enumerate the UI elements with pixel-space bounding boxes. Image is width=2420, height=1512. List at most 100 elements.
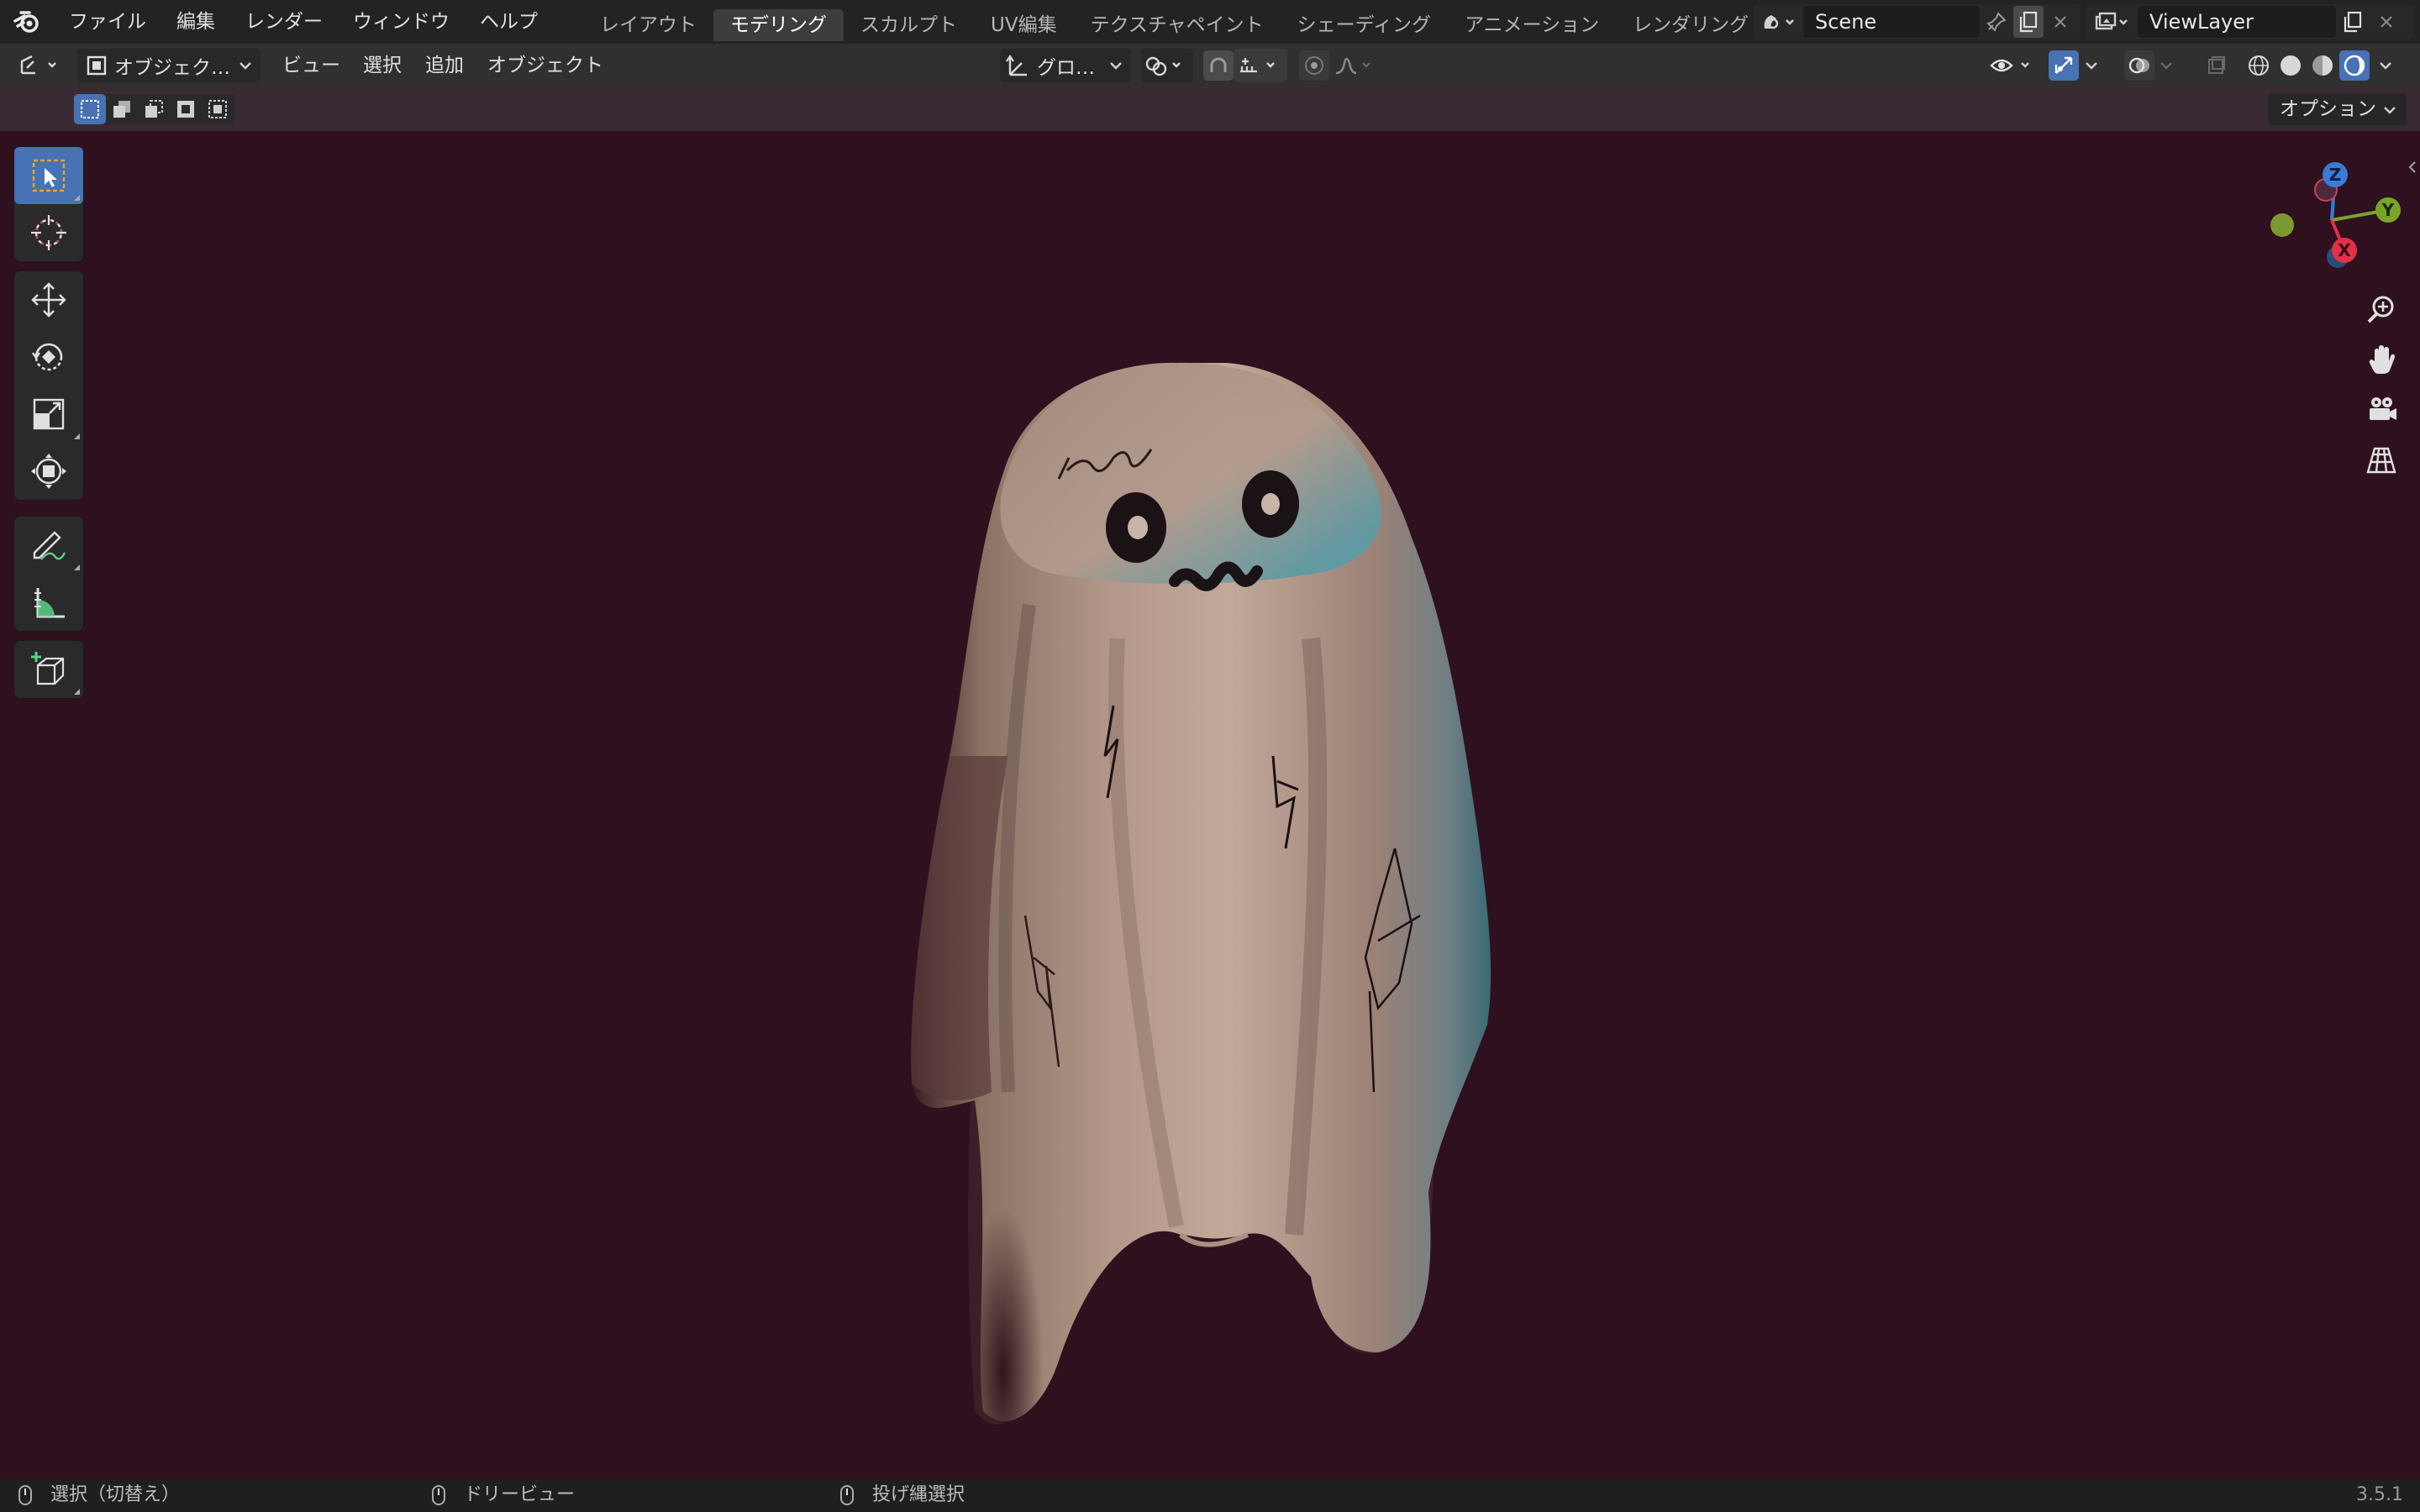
ghost-model[interactable] — [0, 131, 2420, 1478]
options-label: オプション — [2280, 98, 2376, 120]
menu-select[interactable]: 選択 — [363, 44, 402, 87]
overlays-toggle-icon[interactable] — [2124, 50, 2154, 81]
tab-animation[interactable]: アニメーション — [1448, 9, 1616, 41]
menu-window[interactable]: ウィンドウ — [338, 0, 465, 44]
shading-rendered-icon[interactable] — [2339, 50, 2370, 81]
tool-add-cube[interactable] — [14, 641, 83, 698]
tool-scale[interactable] — [14, 386, 83, 443]
toolbar-group-transform — [13, 270, 84, 501]
tab-rendering[interactable]: レンダリング — [1616, 9, 1765, 41]
scale-icon — [33, 398, 65, 430]
toolbar-group-annotate — [13, 516, 84, 632]
mouse-left-icon — [18, 1485, 32, 1505]
select-intersect-icon[interactable] — [202, 94, 234, 124]
view-layer-browse-icon[interactable] — [2086, 6, 2138, 38]
scene-name-field[interactable]: Scene — [1803, 6, 1980, 38]
tab-texture-paint[interactable]: テクスチャペイント — [1074, 9, 1281, 41]
transform-icon — [31, 454, 66, 489]
add-cube-icon — [31, 652, 65, 685]
delete-scene-icon[interactable] — [2044, 6, 2077, 38]
select-invert-icon[interactable] — [170, 94, 202, 124]
new-view-layer-icon[interactable] — [2336, 6, 2370, 38]
viewport-header: オブジェク… ビュー 選択 追加 オブジェクト グロ… — [0, 44, 2420, 87]
version-label: 3.5.1 — [2356, 1484, 2403, 1505]
visibility-dropdown[interactable] — [1986, 49, 2042, 82]
top-bar: ファイル 編集 レンダー ウィンドウ ヘルプ レイアウト モデリング スカルプト… — [0, 0, 2420, 44]
menu-file[interactable]: ファイル — [54, 0, 161, 44]
mode-dropdown[interactable]: オブジェク… — [77, 49, 260, 82]
tab-sculpt[interactable]: スカルプト — [844, 9, 974, 41]
options-dropdown[interactable]: オプション — [2268, 93, 2407, 125]
tab-shading[interactable]: シェーディング — [1281, 9, 1448, 41]
sidebar-toggle-icon[interactable] — [2403, 155, 2420, 180]
annotate-icon — [33, 531, 66, 560]
proportional-edit-icon[interactable] — [1299, 50, 1329, 81]
status-left-label: 選択（切替え） — [50, 1484, 181, 1505]
tool-move[interactable] — [14, 271, 83, 328]
xray-toggle-icon[interactable] — [2202, 50, 2232, 81]
eye-icon — [1990, 59, 2029, 72]
scene-browse-icon[interactable] — [1753, 6, 1803, 38]
select-new-icon[interactable] — [74, 94, 106, 124]
menu-render[interactable]: レンダー — [230, 0, 338, 44]
orientation-icon — [1006, 55, 1027, 76]
zoom-view-icon[interactable] — [2360, 287, 2403, 331]
select-subtract-icon[interactable] — [138, 94, 170, 124]
shading-solid-icon[interactable] — [2275, 50, 2306, 81]
tool-cursor[interactable] — [14, 204, 83, 261]
snap-toggle-icon[interactable] — [1203, 50, 1234, 81]
navigation-gizmo[interactable]: Z Y X — [2260, 151, 2403, 294]
pivot-icon — [1145, 56, 1181, 76]
tool-settings-bar: オプション — [0, 87, 2420, 131]
menu-add[interactable]: 追加 — [425, 44, 464, 87]
cursor-icon — [31, 215, 66, 250]
status-right-label: 投げ縄選択 — [872, 1484, 965, 1505]
move-icon — [31, 282, 66, 318]
select-extend-icon[interactable] — [106, 94, 138, 124]
chevron-down-icon — [2384, 107, 2396, 114]
camera-view-icon[interactable] — [2360, 388, 2403, 432]
status-middle-label: ドリービュー — [464, 1484, 576, 1505]
status-right-click: 投げ縄選択 — [840, 1478, 965, 1512]
3d-viewport[interactable]: Z Y X — [0, 131, 2420, 1478]
menu-edit[interactable]: 編集 — [161, 0, 230, 44]
tool-rotate[interactable] — [14, 328, 83, 386]
snap-target-dropdown[interactable] — [1234, 49, 1287, 82]
menu-view[interactable]: ビュー — [282, 44, 340, 87]
tool-select-box[interactable] — [14, 147, 83, 204]
gizmo-x-label: X — [2338, 240, 2351, 260]
tool-transform[interactable] — [14, 443, 83, 500]
delete-view-layer-icon[interactable] — [2370, 6, 2403, 38]
transform-orientation-dropdown[interactable]: グロ… — [1000, 49, 1131, 82]
toolbar-group-select — [13, 146, 84, 262]
blender-logo-icon[interactable] — [0, 0, 54, 44]
rotate-icon — [32, 343, 63, 371]
shading-wireframe-icon[interactable] — [2244, 50, 2274, 81]
gizmo-y-label: Y — [2381, 200, 2395, 220]
shading-material-icon[interactable] — [2307, 50, 2338, 81]
menu-help[interactable]: ヘルプ — [465, 0, 553, 44]
chevron-down-icon — [1110, 62, 1122, 70]
falloff-dropdown[interactable] — [1331, 49, 1385, 82]
gizmo-dropdown-icon[interactable] — [2082, 50, 2101, 81]
tab-layout[interactable]: レイアウト — [583, 9, 713, 41]
view-layer-name-field[interactable]: ViewLayer — [2138, 6, 2336, 38]
new-scene-icon[interactable] — [2013, 6, 2044, 38]
tab-uv-editing[interactable]: UV編集 — [974, 9, 1074, 41]
tool-measure[interactable] — [14, 574, 83, 631]
toolbar-group-add — [13, 640, 84, 699]
menu-object[interactable]: オブジェクト — [487, 44, 603, 87]
pan-view-icon[interactable] — [2360, 338, 2403, 381]
tool-annotate[interactable] — [14, 517, 83, 574]
perspective-toggle-icon[interactable] — [2360, 438, 2403, 482]
overlays-dropdown-icon[interactable] — [2156, 50, 2176, 81]
gizmo-toggle-icon[interactable] — [2049, 50, 2079, 81]
pivot-point-dropdown[interactable] — [1141, 49, 1193, 82]
pin-icon[interactable] — [1980, 6, 2013, 38]
view-layer-selector: ViewLayer — [2086, 4, 2413, 39]
orientation-label: グロ… — [1037, 57, 1095, 79]
mode-label: オブジェク… — [114, 57, 230, 79]
tab-modeling[interactable]: モデリング — [713, 9, 844, 41]
shading-dropdown-icon[interactable] — [2375, 50, 2396, 81]
editor-type-dropdown[interactable] — [15, 49, 67, 82]
